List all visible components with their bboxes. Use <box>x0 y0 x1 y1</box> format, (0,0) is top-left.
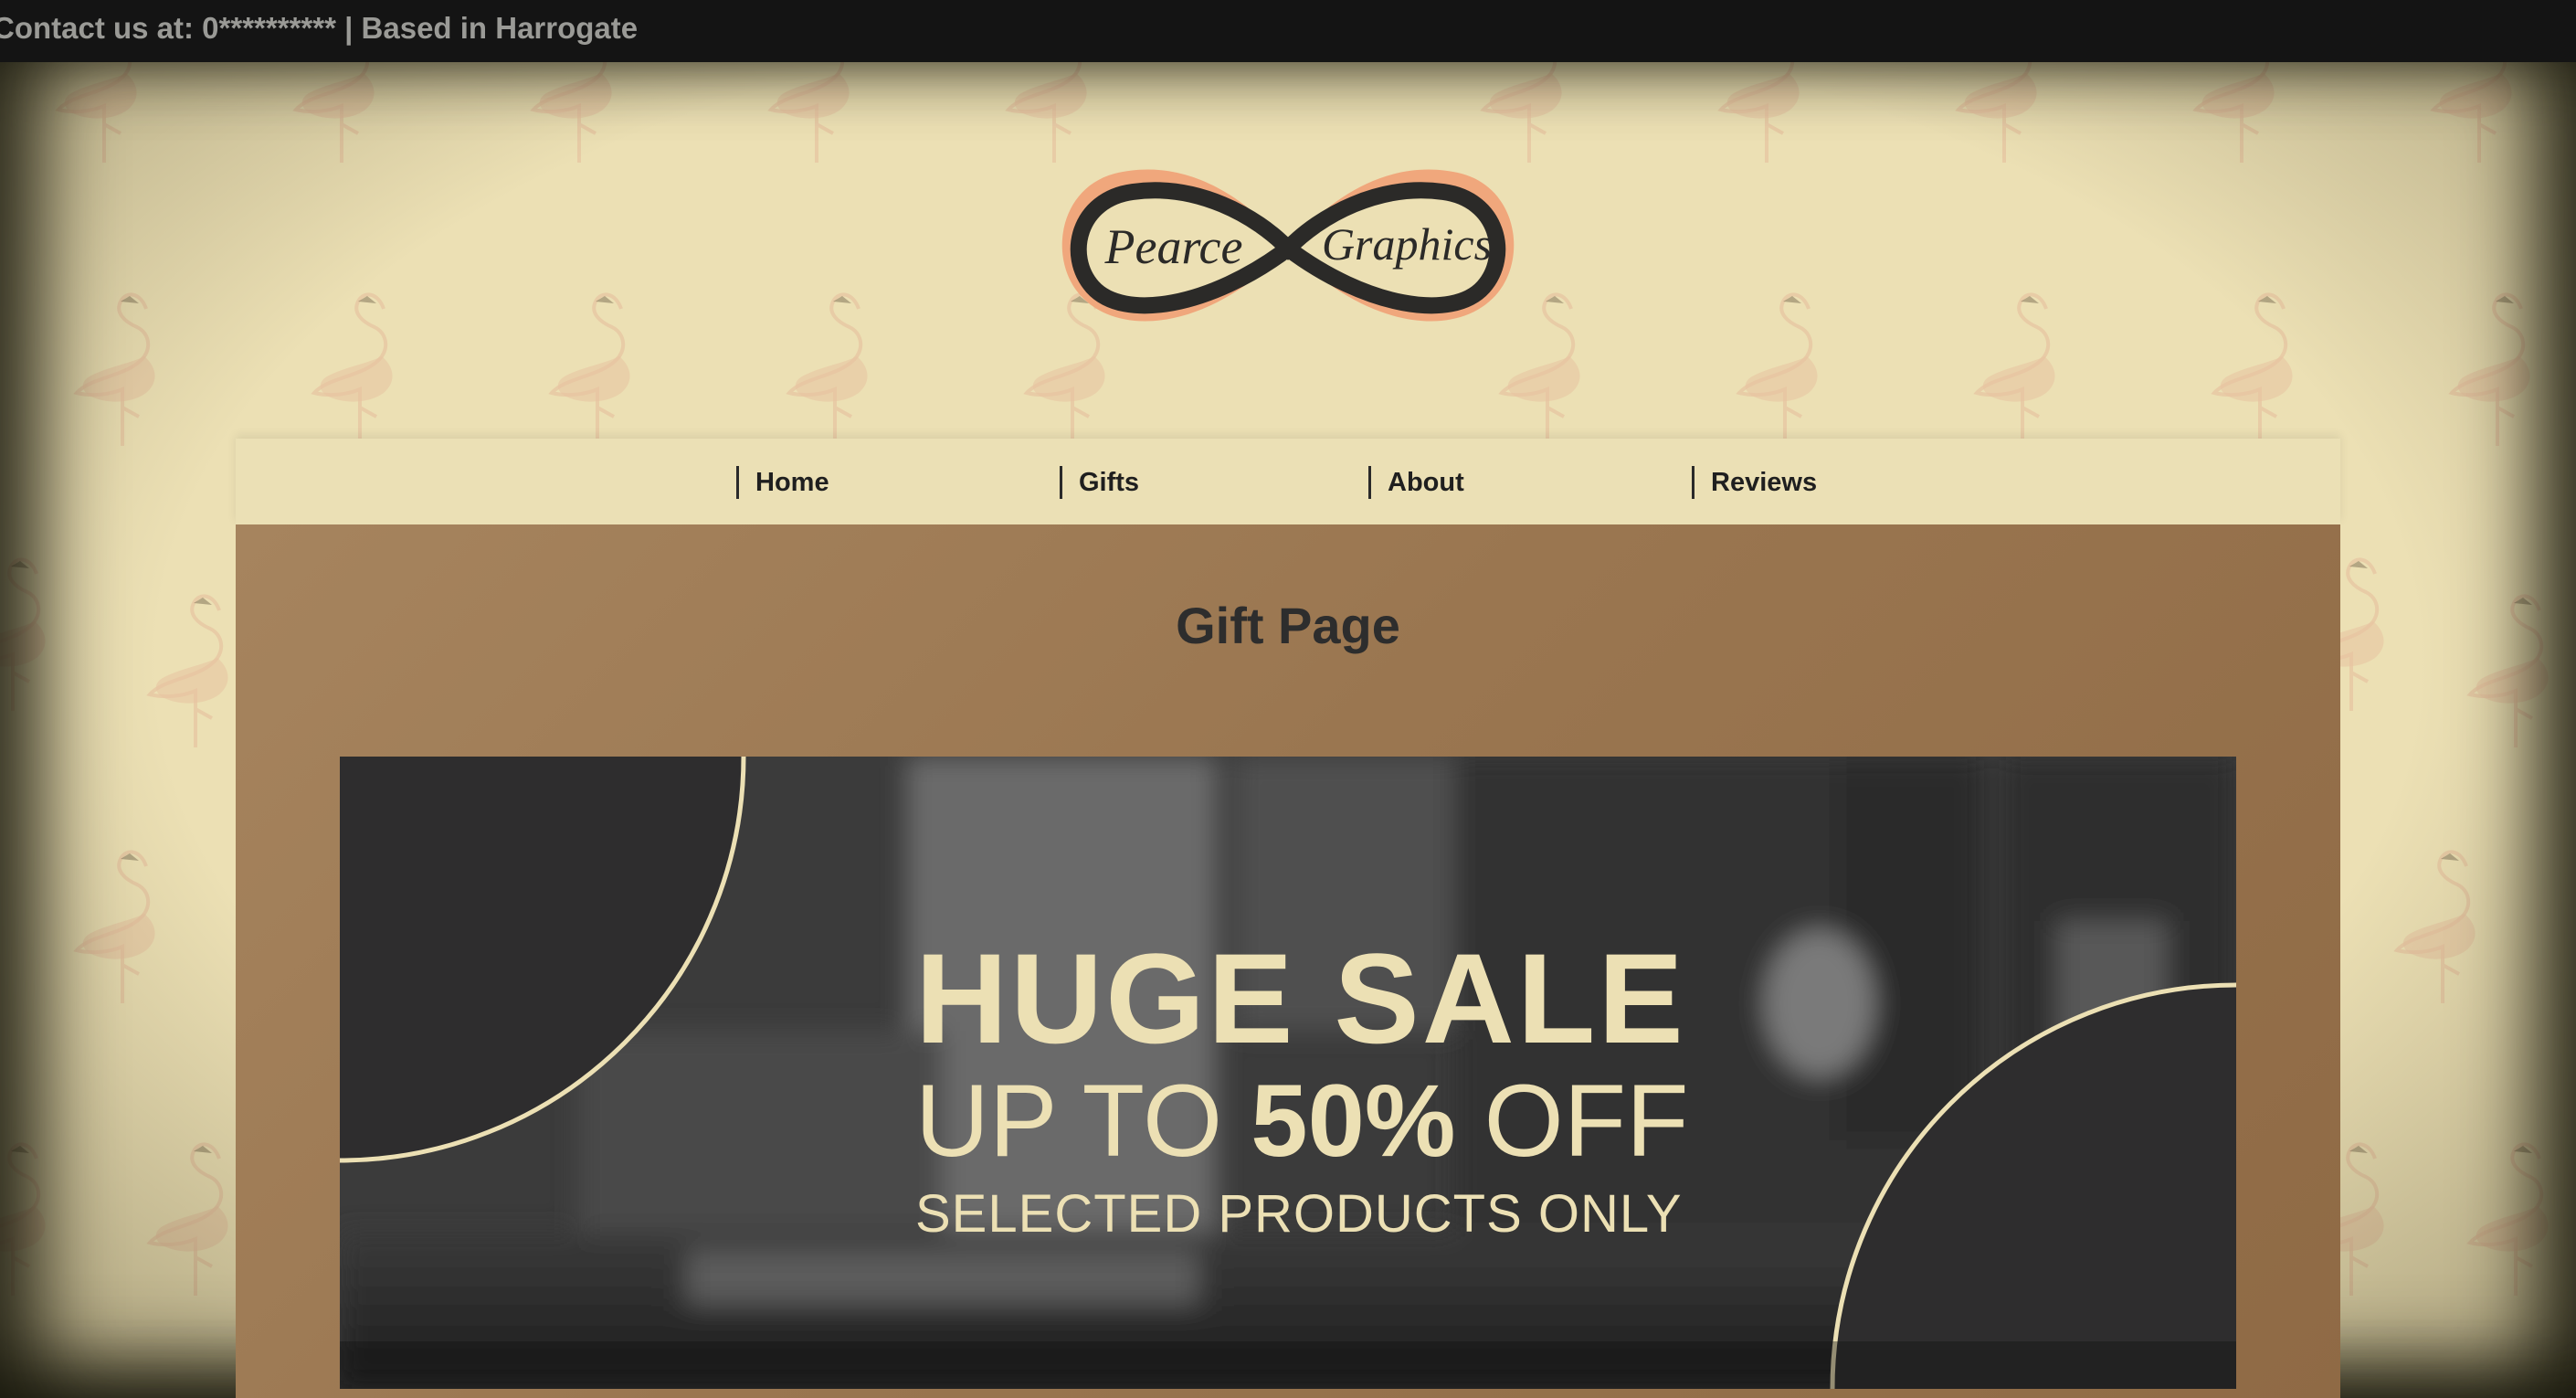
sale-offer-value: 50% <box>1251 1064 1456 1178</box>
sale-note: SELECTED PRODUCTS ONLY <box>915 1184 1683 1244</box>
sale-offer: UP TO 50% OFF <box>915 1064 1689 1178</box>
infinity-logo-icon: Pearce Graphics <box>1061 169 1515 322</box>
nav-item-gifts[interactable]: Gifts <box>1060 466 1139 499</box>
sale-banner[interactable]: HUGE SALE UP TO 50% OFF SELECTED PRODUCT… <box>340 757 2236 1389</box>
nav-item-home[interactable]: Home <box>736 466 829 499</box>
main-navigation: Home Gifts About Reviews <box>236 439 2340 524</box>
contact-bar: Contact us at: 0********** | Based in Ha… <box>0 0 2576 62</box>
nav-item-about[interactable]: About <box>1368 466 1464 499</box>
nav-item-reviews[interactable]: Reviews <box>1692 466 1817 499</box>
sale-headline: HUGE SALE <box>915 927 1686 1070</box>
page-title: Gift Page <box>1176 597 1400 654</box>
sale-text-block: HUGE SALE UP TO 50% OFF SELECTED PRODUCT… <box>915 927 1689 1246</box>
sale-offer-prefix: UP TO <box>915 1064 1251 1178</box>
content-panel: Gift Page HUGE SALE UP TO 50% OFF SELECT… <box>236 524 2340 1398</box>
logo-word-left: Pearce <box>1104 219 1243 274</box>
sale-offer-suffix: OFF <box>1455 1064 1689 1178</box>
contact-text: Contact us at: 0********** | Based in Ha… <box>0 11 639 45</box>
site-logo[interactable]: Pearce Graphics <box>1050 146 1526 347</box>
logo-word-right: Graphics <box>1322 218 1492 270</box>
